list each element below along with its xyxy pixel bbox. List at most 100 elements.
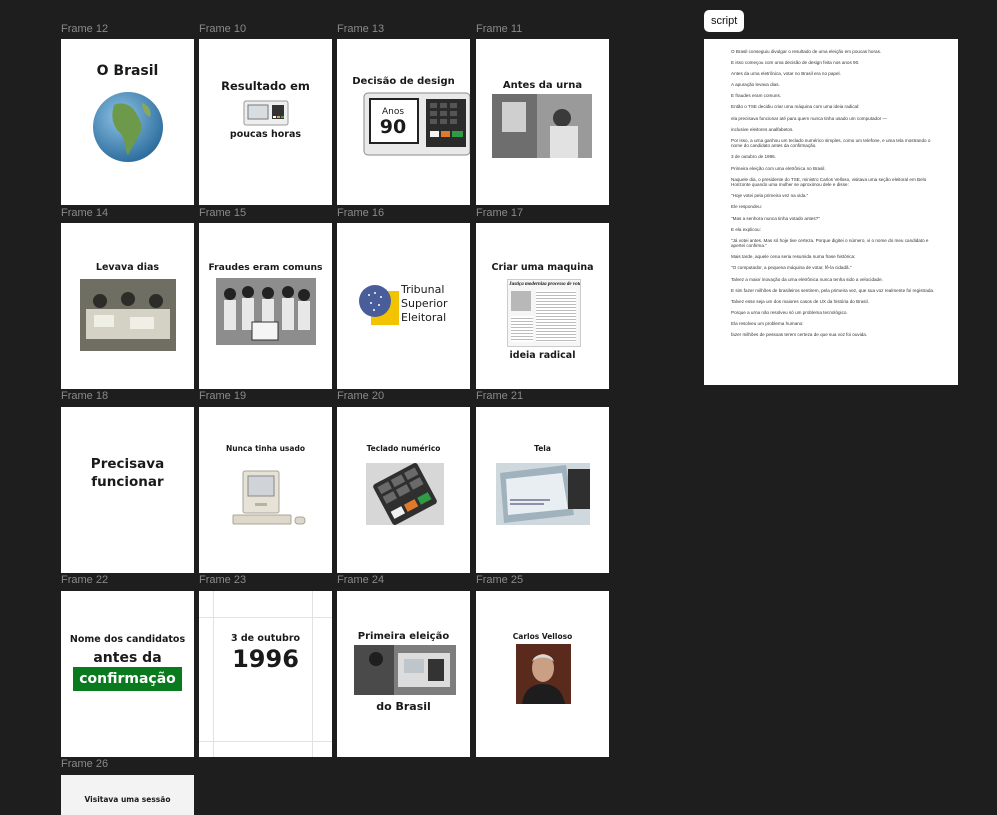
overlay-big-number: 90: [379, 116, 407, 138]
frame-title: Antes da urna: [502, 80, 583, 91]
frame-19[interactable]: Nunca tinha usado: [199, 407, 332, 573]
frame-title: Tela: [534, 444, 551, 453]
script-line: ela precisava funcionar até para quem nu…: [731, 115, 888, 121]
frame-subtitle: do Brasil: [376, 700, 431, 713]
frame-title-line-2: funcionar: [91, 474, 164, 490]
frame-22[interactable]: Nome dos candidatos antes da confirmação: [61, 591, 194, 757]
frame-title: Criar uma maquina: [491, 262, 594, 273]
script-line: inclusive eleitores analfabetos.: [731, 126, 794, 132]
frame-label[interactable]: Frame 18: [61, 390, 108, 402]
frame-label[interactable]: Frame 19: [199, 390, 246, 402]
script-line: A apuração levava dias.: [731, 82, 780, 88]
frame-title: Levava dias: [95, 262, 160, 273]
frame-label[interactable]: Frame 11: [476, 23, 522, 35]
frame-14[interactable]: Levava dias: [61, 223, 194, 389]
screen-image: [496, 463, 590, 525]
frame-title: Decisão de design: [352, 76, 455, 87]
script-line: Primeira eleição com uma eletrônica no B…: [731, 165, 826, 171]
frame-line-1: 3 de outubro: [230, 633, 301, 644]
voting-photo: [492, 94, 592, 158]
script-line: Porque a urna não resolveu só um problem…: [731, 309, 848, 315]
frame-10[interactable]: Resultado em poucas horas: [199, 39, 332, 205]
frame-title: Nunca tinha usado: [226, 444, 305, 453]
frame-17[interactable]: Criar uma maquina Justiça moderniza proc…: [476, 223, 609, 389]
frame-title: Primeira eleição: [357, 631, 450, 642]
keypad-image: [366, 463, 444, 525]
frame-23[interactable]: 3 de outubro 1996: [199, 591, 332, 757]
frame-label[interactable]: Frame 20: [337, 390, 384, 402]
frame-21[interactable]: Tela: [476, 407, 609, 573]
globe-image: [93, 92, 163, 162]
frame-line-2: antes da: [93, 650, 162, 666]
frame-20[interactable]: Teclado numérico: [337, 407, 470, 573]
frame-title: Carlos Velloso: [512, 632, 573, 641]
frame-subtitle: ideia radical: [509, 350, 576, 361]
frame-label[interactable]: Frame 26: [61, 758, 108, 770]
computer-image: [232, 470, 306, 525]
script-frame[interactable]: O Brasil conseguiu divulgar o resultado …: [704, 39, 958, 385]
tse-logo-icon: [359, 285, 399, 325]
frame-label[interactable]: Frame 16: [337, 207, 384, 219]
script-line: 3 de outubro de 1996.: [731, 154, 776, 160]
frame-label[interactable]: Frame 10: [199, 23, 246, 35]
newspaper-clipping: Justiça moderniza processo de votação: [507, 279, 581, 347]
script-line: E isso começou com uma decisão de design…: [731, 60, 860, 66]
frame-title: Fraudes eram comuns: [208, 262, 323, 273]
frame-label[interactable]: Frame 22: [61, 574, 108, 586]
frame-year: 1996: [232, 645, 299, 673]
first-election-photo: [354, 645, 456, 695]
script-line: E fraudes eram comuns.: [731, 93, 782, 99]
fraud-photo: [216, 278, 316, 345]
script-line: Antes da urna eletrônica, votar no Brasi…: [731, 71, 841, 77]
script-line: Ela resolveu um problema humano:: [731, 320, 804, 326]
script-line: Ele respondeu:: [731, 204, 762, 210]
script-line: Talvez esse seja um dos maiores casos de…: [731, 298, 869, 304]
counting-photo: [80, 279, 176, 351]
frame-line-1: Nome dos candidatos: [69, 634, 186, 645]
frame-label[interactable]: Frame 25: [476, 574, 523, 586]
frame-subtitle: poucas horas: [229, 129, 302, 140]
script-line: Então o TSE decidiu criar uma máquina co…: [731, 104, 860, 110]
frame-24[interactable]: Primeira eleição do Brasil: [337, 591, 470, 757]
frame-label[interactable]: Frame 13: [337, 23, 384, 35]
frame-label[interactable]: Frame 21: [476, 390, 523, 402]
script-line: Talvez a maior inovação da urna eletrôni…: [731, 276, 883, 282]
script-line: fazer milhões de pessoas terem certeza d…: [731, 332, 868, 338]
script-tag[interactable]: script: [704, 10, 745, 32]
script-line: "Já votei antes. Mas só hoje tive certez…: [731, 237, 929, 249]
frame-15[interactable]: Fraudes eram comuns: [199, 223, 332, 389]
frame-label[interactable]: Frame 24: [337, 574, 384, 586]
logo-line-2: Superior: [401, 297, 448, 310]
frame-12[interactable]: O Brasil: [61, 39, 194, 205]
frame-label[interactable]: Frame 15: [199, 207, 246, 219]
frame-25[interactable]: Carlos Velloso: [476, 591, 609, 757]
frame-18[interactable]: Precisava funcionar: [61, 407, 194, 573]
frame-title: Teclado numérico: [366, 444, 441, 453]
newspaper-headline: Justiça moderniza processo de votação: [509, 282, 581, 287]
script-line: "O computador, a pequena máquina de vota…: [731, 265, 852, 271]
frame-13[interactable]: Decisão de design Anos 90: [337, 39, 470, 205]
script-line: Naquele dia, o presidente do TSE, minist…: [731, 176, 927, 188]
script-line: Por isso, a urna ganhou um teclado numér…: [731, 137, 931, 149]
portrait-photo: [516, 644, 571, 704]
script-line: "Hoje votei pela primeira vez na vida.": [731, 193, 809, 199]
voting-machine-image: [243, 100, 289, 126]
frame-label[interactable]: Frame 23: [199, 574, 246, 586]
frame-title: Resultado em: [221, 79, 310, 93]
logo-line-3: Eleitoral: [401, 311, 447, 324]
frame-label[interactable]: Frame 17: [476, 207, 523, 219]
script-text: O Brasil conseguiu divulgar o resultado …: [731, 49, 941, 343]
script-line: E ela explicou:: [731, 226, 761, 232]
script-line: Mais tarde, aquele cena seria resumida n…: [731, 254, 856, 260]
frame-title: Visitava uma sessão: [84, 795, 171, 804]
highlight-badge: confirmação: [73, 667, 182, 691]
script-line: O Brasil conseguiu divulgar o resultado …: [731, 49, 882, 54]
script-line: E sim fazer milhões de brasileiros senti…: [731, 287, 935, 293]
frame-16[interactable]: Tribunal Superior Eleitoral: [337, 223, 470, 389]
frame-11[interactable]: Antes da urna: [476, 39, 609, 205]
script-line: "Mas a senhora nunca tinha votado antes?…: [731, 215, 820, 221]
frame-label[interactable]: Frame 12: [61, 23, 108, 35]
frame-26[interactable]: Visitava uma sessão: [61, 775, 194, 815]
frame-label[interactable]: Frame 14: [61, 207, 108, 219]
frame-title-line-1: Precisava: [90, 456, 165, 472]
